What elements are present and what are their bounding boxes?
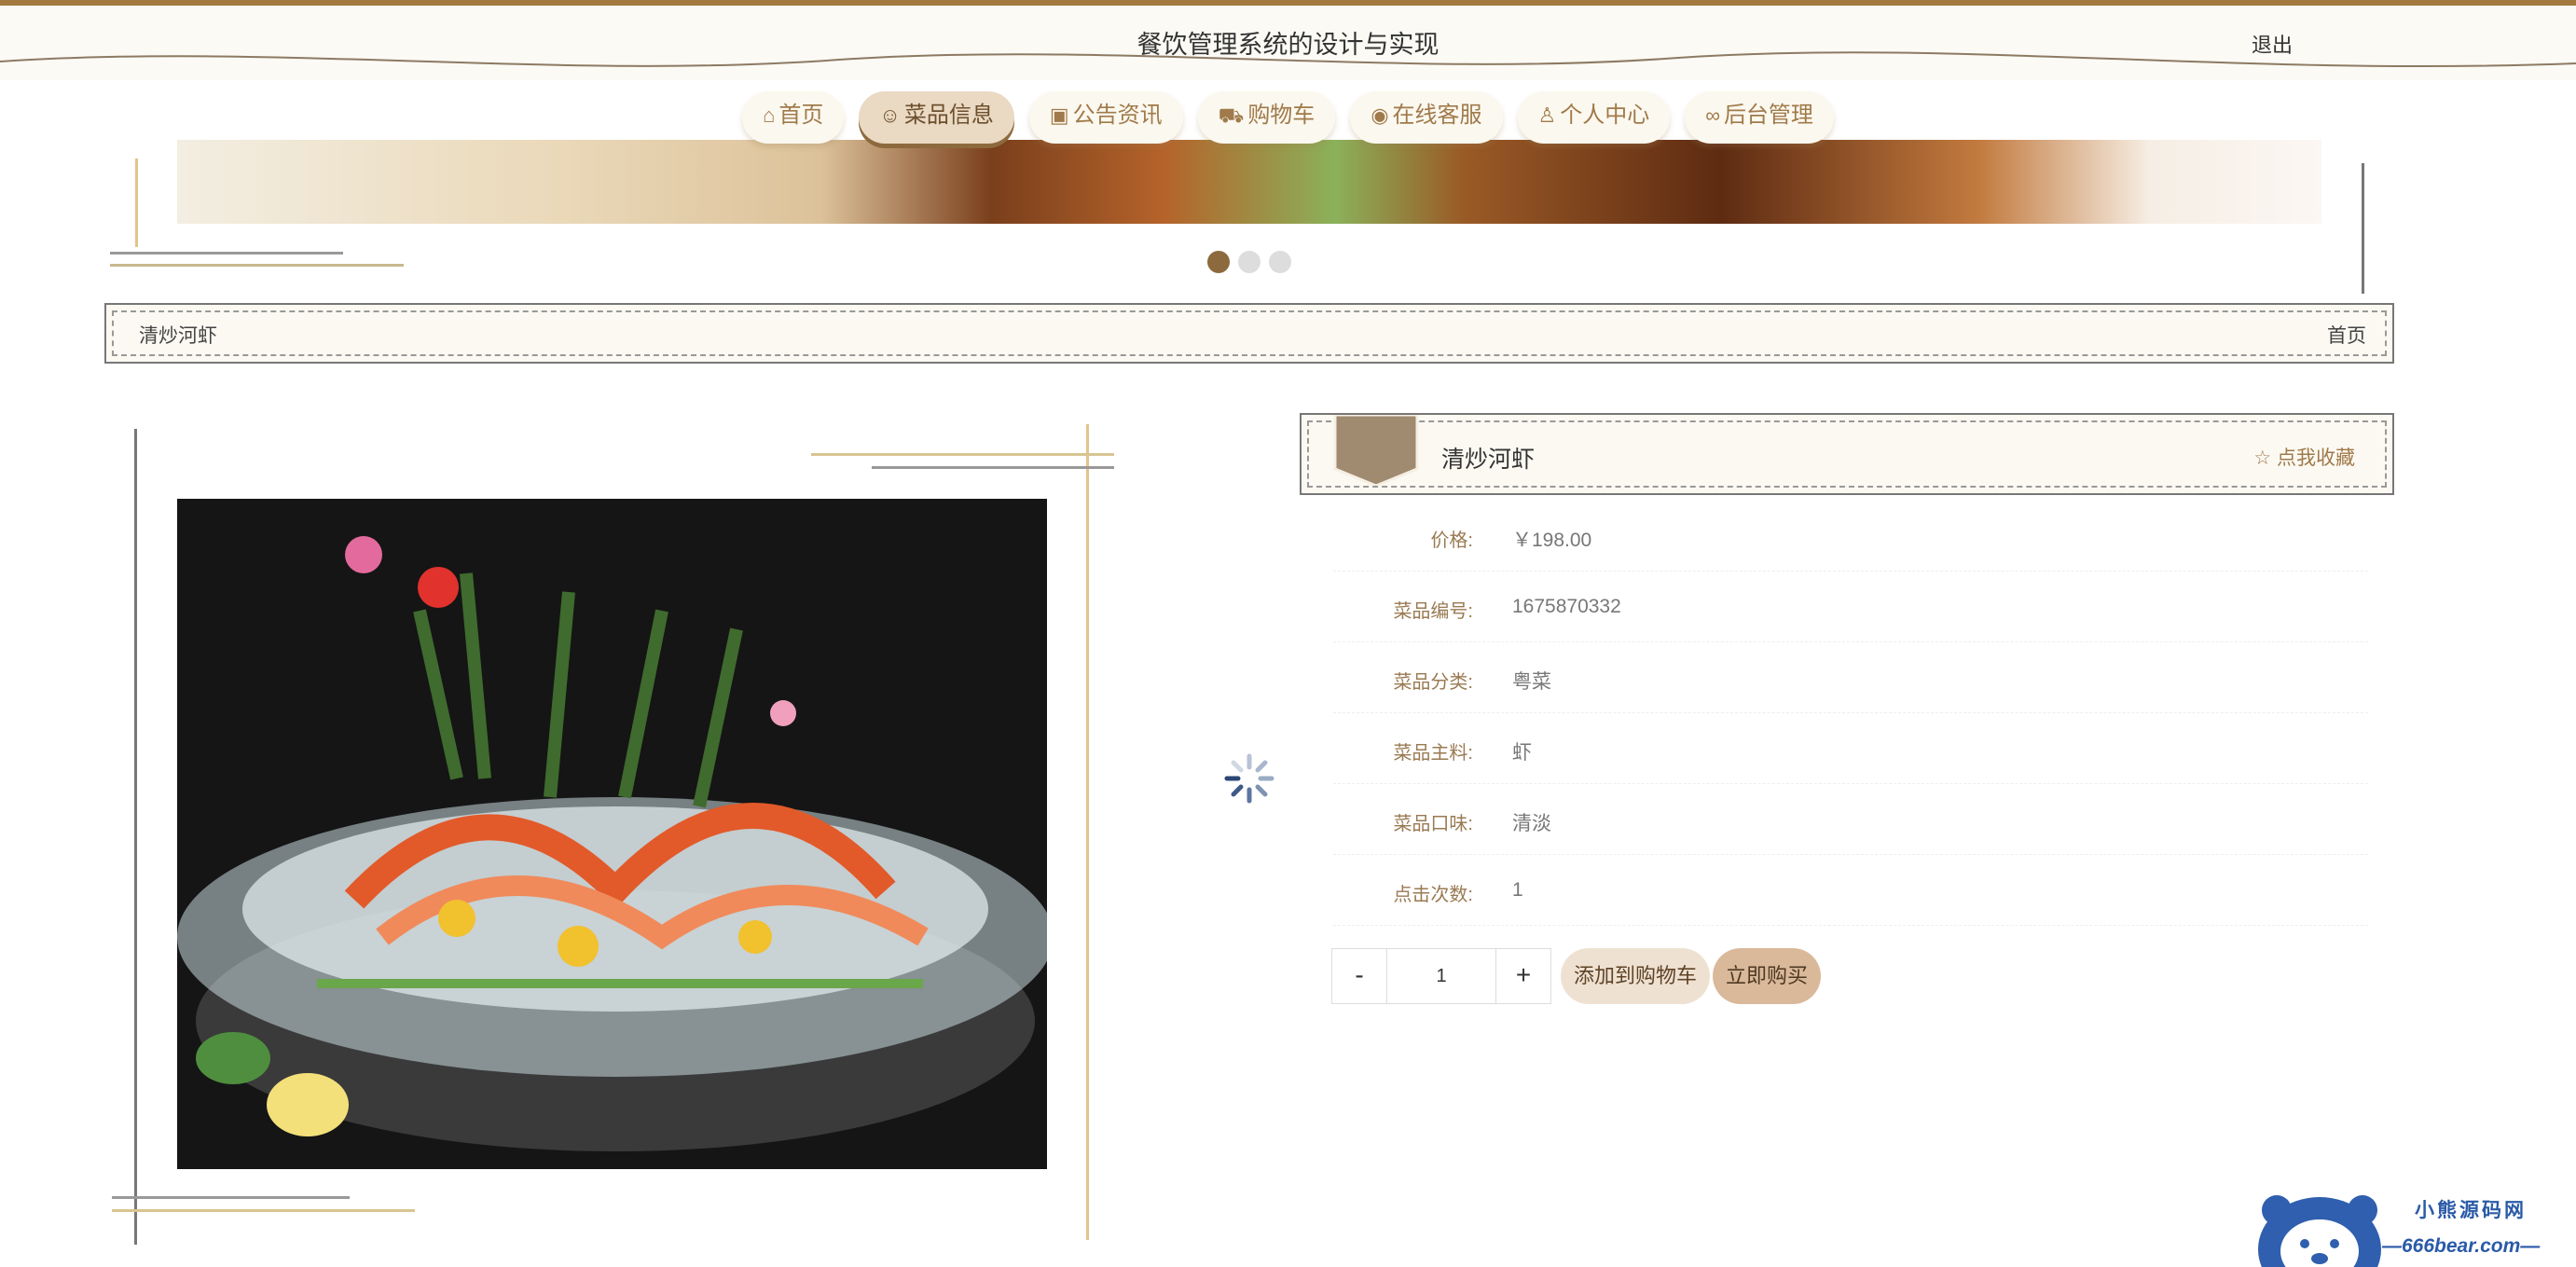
nav-announcements[interactable]: ▣ 公告资讯 (1028, 91, 1183, 144)
star-icon: ☆ (2253, 448, 2272, 469)
field-row-category: 菜品分类: 粤菜 (1333, 642, 2368, 713)
field-label: 菜品主料: (1393, 743, 1473, 764)
field-label: 菜品编号: (1393, 601, 1473, 622)
nav-support[interactable]: ◉ 在线客服 (1350, 91, 1503, 144)
carousel-dot[interactable] (1207, 251, 1230, 273)
field-label: 菜品分类: (1393, 672, 1473, 693)
decor-line (110, 252, 343, 255)
cart-icon: ⛟ (1218, 103, 1245, 127)
nav-home[interactable]: ⌂ 首页 (742, 91, 845, 144)
user-icon: ♙ (1537, 103, 1557, 127)
field-value: 1 (1512, 879, 1523, 901)
nav-cart[interactable]: ⛟ 购物车 (1197, 91, 1336, 144)
bookmark-tag-icon (1333, 415, 1419, 486)
banner-frame-right (2362, 163, 2364, 294)
banner-image (177, 140, 2321, 224)
loading-spinner (1224, 753, 1274, 804)
dish-name: 清炒河虾 (1441, 447, 1536, 473)
field-value: 1675870332 (1512, 596, 1621, 617)
dish-photo-art (177, 499, 1047, 1169)
nav-admin[interactable]: ∞ 后台管理 (1685, 91, 1834, 144)
breadcrumb-inner (112, 310, 2387, 356)
field-label: 价格: (1430, 530, 1473, 551)
favorite-button[interactable]: ☆ 点我收藏 (2253, 443, 2355, 471)
watermark-title: 小熊源码网 (2415, 1200, 2527, 1221)
decor-line (112, 1209, 415, 1212)
home-icon: ⌂ (763, 103, 776, 127)
dish-title-box: 清炒河虾 ☆ 点我收藏 (1300, 413, 2394, 495)
field-row-clicks: 点击次数: 1 (1333, 855, 2368, 926)
gift-icon: ▣ (1049, 103, 1069, 127)
image-frame-left (134, 429, 137, 1245)
image-frame-right (1086, 424, 1089, 1240)
field-row-price: 价格: ￥198.00 (1333, 501, 2368, 572)
field-row-code: 菜品编号: 1675870332 (1333, 572, 2368, 642)
carousel-dot[interactable] (1269, 251, 1291, 273)
link-icon: ∞ (1705, 103, 1720, 127)
banner-frame-left (135, 158, 138, 247)
smile-icon: ☺ (879, 103, 901, 127)
field-row-taste: 菜品口味: 清淡 (1333, 784, 2368, 855)
field-value: 虾 (1512, 742, 1532, 764)
field-label: 菜品口味: (1393, 814, 1473, 834)
carousel-dots (1207, 251, 1300, 278)
breadcrumb-home-link[interactable]: 首页 (2327, 321, 2366, 349)
carousel-dot[interactable] (1238, 251, 1260, 273)
nav-dish-info[interactable]: ☺ 菜品信息 (859, 91, 1014, 144)
quantity-plus-button[interactable]: + (1496, 949, 1550, 1003)
watermark-url: —666bear.com— (2382, 1235, 2541, 1257)
site-title: 餐饮管理系统的设计与实现 (1136, 31, 1440, 59)
decor-line (872, 466, 1114, 469)
quantity-stepper: - + (1331, 948, 1551, 1004)
main-nav: ⌂ 首页 ☺ 菜品信息 ▣ 公告资讯 ⛟ 购物车 ◉ 在线客服 ♙ 个人中心 ∞ 后台管理 (0, 91, 2576, 144)
field-value: 清淡 (1512, 813, 1551, 834)
field-row-ingredient: 菜品主料: 虾 (1333, 713, 2368, 784)
bear-logo (2258, 1195, 2381, 1267)
breadcrumb-current: 清炒河虾 (139, 325, 217, 347)
dish-photo (177, 499, 1047, 1169)
decor-line (110, 264, 404, 267)
chat-icon: ◉ (1371, 103, 1389, 127)
logout-link[interactable]: 退出 (2252, 29, 2293, 59)
breadcrumb: 清炒河虾 首页 (104, 303, 2394, 364)
field-label: 点击次数: (1393, 885, 1473, 905)
quantity-input[interactable] (1386, 949, 1496, 1003)
quantity-minus-button[interactable]: - (1332, 949, 1386, 1003)
add-to-cart-button[interactable]: 添加到购物车 (1561, 948, 1711, 1004)
buy-now-button[interactable]: 立即购买 (1713, 948, 1822, 1004)
field-value: 粤菜 (1512, 671, 1551, 693)
decor-line (811, 453, 1114, 456)
decor-line (112, 1196, 350, 1199)
nav-profile[interactable]: ♙ 个人中心 (1517, 91, 1671, 144)
field-value: ￥198.00 (1512, 530, 1592, 551)
